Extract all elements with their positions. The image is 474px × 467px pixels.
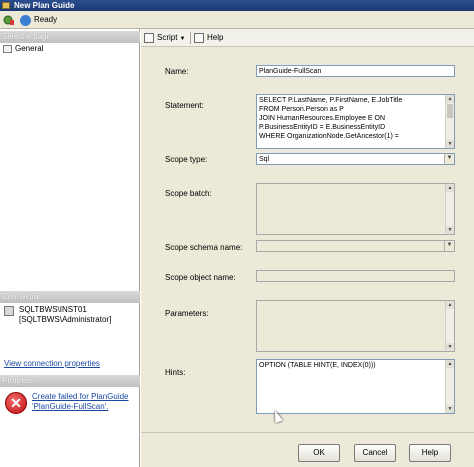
hints-textarea[interactable]: OPTION (TABLE HINT(E, INDEX(0))) ▲ ▼ [256,359,455,414]
scope-object-input[interactable] [256,270,455,282]
name-input[interactable]: PlanGuide-FullScan [256,65,455,77]
error-icon: ✕ [5,392,27,414]
script-icon [144,33,154,43]
scope-object-label: Scope object name: [165,273,236,282]
title-bar: New Plan Guide [0,0,474,11]
view-connection-properties-link[interactable]: View connection properties [4,359,100,368]
parameters-textarea[interactable]: ▲ ▼ [256,300,455,352]
connection-header: Connection [0,291,140,303]
statement-line: JOIN HumanResources.Employee E ON [259,115,386,122]
hints-value: OPTION (TABLE HINT(E, INDEX(0))) [259,362,376,369]
app-icon [2,2,10,9]
help-button[interactable]: Help [409,444,451,462]
scroll-down-icon[interactable]: ▼ [446,140,454,148]
scroll-up-icon[interactable]: ▲ [446,301,454,309]
statement-line: P.BusinessEntityID = E.BusinessEntityID [259,124,386,131]
script-button[interactable]: Script ▼ [144,33,185,44]
scroll-down-icon[interactable]: ▼ [446,343,454,351]
scope-batch-textarea[interactable]: ▲ ▼ [256,183,455,235]
help-label: Help [207,33,224,42]
chevron-down-icon[interactable]: ▼ [444,241,454,251]
form-area: Name: PlanGuide-FullScan Statement: SELE… [141,48,474,432]
scroll-up-icon[interactable]: ▲ [446,184,454,192]
statement-line: FROM Person.Person as P [259,106,344,113]
progress-header: Progress [0,375,140,387]
hints-label: Hints: [165,368,186,377]
scroll-down-icon[interactable]: ▼ [446,405,454,413]
chevron-down-icon[interactable]: ▼ [444,154,454,164]
statement-line: WHERE OrganizationNode.GetAncestor(1) = [259,133,399,140]
server-icon [4,306,14,316]
hints-scrollbar[interactable]: ▲ ▼ [445,360,454,413]
scope-type-select[interactable]: Sql ▼ [256,153,455,165]
scope-type-label: Scope type: [165,155,208,164]
scroll-up-icon[interactable]: ▲ [446,95,454,103]
parameters-label: Parameters: [165,309,209,318]
connection-server: SQLTBWS\INST01 [19,305,87,314]
name-value: PlanGuide-FullScan [259,68,322,75]
scope-batch-label: Scope batch: [165,189,212,198]
toolbar-separator [190,32,191,44]
dropdown-arrow-icon: ▼ [179,36,186,42]
window-title: New Plan Guide [14,1,75,10]
sidebar-item-general[interactable]: General [3,44,43,54]
toolbar: Script ▼ Help [141,29,474,47]
scroll-down-icon[interactable]: ▼ [446,226,454,234]
scope-batch-scrollbar[interactable]: ▲ ▼ [445,184,454,234]
help-icon [194,33,204,43]
script-label: Script [157,33,178,42]
scope-schema-select[interactable]: ▼ [256,240,455,252]
progress-error-link[interactable]: Create failed for PlanGuide [32,392,129,402]
status-text: Ready [34,15,58,24]
sidebar: Select a page General Connection SQLTBWS… [0,29,140,467]
select-page-header: Select a page [0,31,140,43]
page-icon [3,45,12,53]
statement-scrollbar[interactable]: ▲ ▼ [445,95,454,148]
parameters-scrollbar[interactable]: ▲ ▼ [445,301,454,351]
ok-button[interactable]: OK [298,444,340,462]
main-panel: Script ▼ Help Name: PlanGuide-FullScan St… [141,29,474,467]
progress-error-link-continued[interactable]: 'PlanGuide-FullScan'. [32,402,108,412]
status-bar: Ready [0,11,474,29]
scroll-up-icon[interactable]: ▲ [446,360,454,368]
scroll-thumb[interactable] [447,104,453,118]
ready-status-icon [20,15,31,26]
scope-type-value: Sql [259,156,270,163]
name-label: Name: [165,67,189,76]
statement-textarea[interactable]: SELECT P.LastName, P.FirstName, E.JobTit… [256,94,455,149]
button-bar: OK Cancel Help [141,432,474,467]
statement-label: Statement: [165,101,204,110]
refresh-icon[interactable] [3,14,15,26]
scope-schema-label: Scope schema name: [165,243,243,252]
sidebar-item-label: General [15,44,44,53]
statement-line: SELECT P.LastName, P.FirstName, E.JobTit… [259,97,403,104]
cancel-button[interactable]: Cancel [354,444,396,462]
help-toolbar-button[interactable]: Help [194,33,223,43]
connection-user: [SQLTBWS\Administrator] [19,315,112,324]
